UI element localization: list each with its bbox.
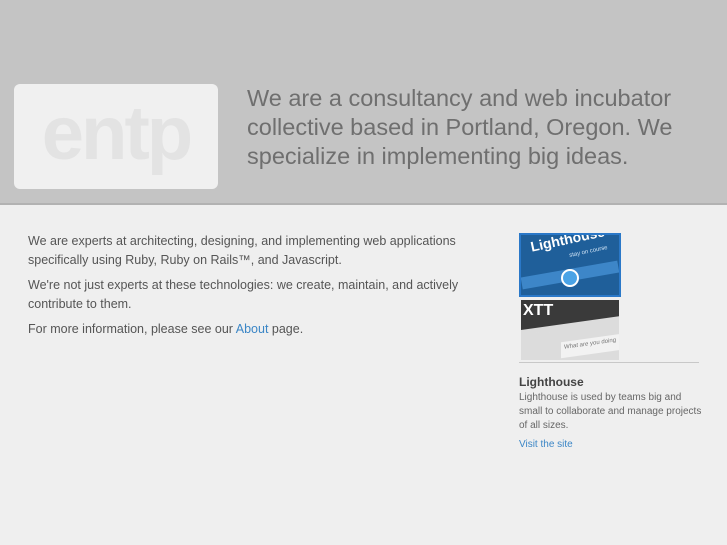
project-title: Lighthouse: [519, 375, 584, 389]
main-content: We are experts at architecting, designin…: [28, 232, 468, 345]
technologies-paragraph: We're not just experts at these technolo…: [28, 278, 459, 311]
project-description: Lighthouse is used by teams big and smal…: [519, 392, 702, 431]
thumb-input: What are you doing: [561, 333, 619, 359]
logo[interactable]: entp: [14, 84, 218, 189]
thumb-subtitle: stay on course: [568, 245, 609, 259]
intro-paragraph: We are experts at architecting, designin…: [28, 234, 456, 267]
project-thumbnails: Lighthouse stay on course XTT TIMELINE W…: [519, 233, 621, 360]
thumb-label: TIMELINE: [529, 330, 553, 336]
visit-site-link[interactable]: Visit the site: [519, 439, 573, 450]
more-info-text: For more information, please see our: [28, 322, 236, 336]
project-thumb-timeline[interactable]: XTT TIMELINE What are you doing: [521, 300, 619, 360]
about-link[interactable]: About: [236, 322, 269, 336]
lighthouse-icon: [561, 269, 579, 287]
project-thumb-lighthouse[interactable]: Lighthouse stay on course: [519, 233, 621, 297]
header: entp We are a consultancy and web incuba…: [0, 0, 727, 205]
thumb-letters: XTT: [523, 302, 554, 319]
divider: [519, 362, 699, 363]
more-info-suffix: page.: [268, 322, 304, 336]
logo-text: entp: [41, 90, 193, 176]
featured-project: Lighthouse Lighthouse is used by teams b…: [519, 375, 704, 452]
tagline: We are a consultancy and web incubator c…: [247, 85, 673, 169]
more-info-paragraph: For more information, please see our Abo…: [28, 320, 468, 339]
